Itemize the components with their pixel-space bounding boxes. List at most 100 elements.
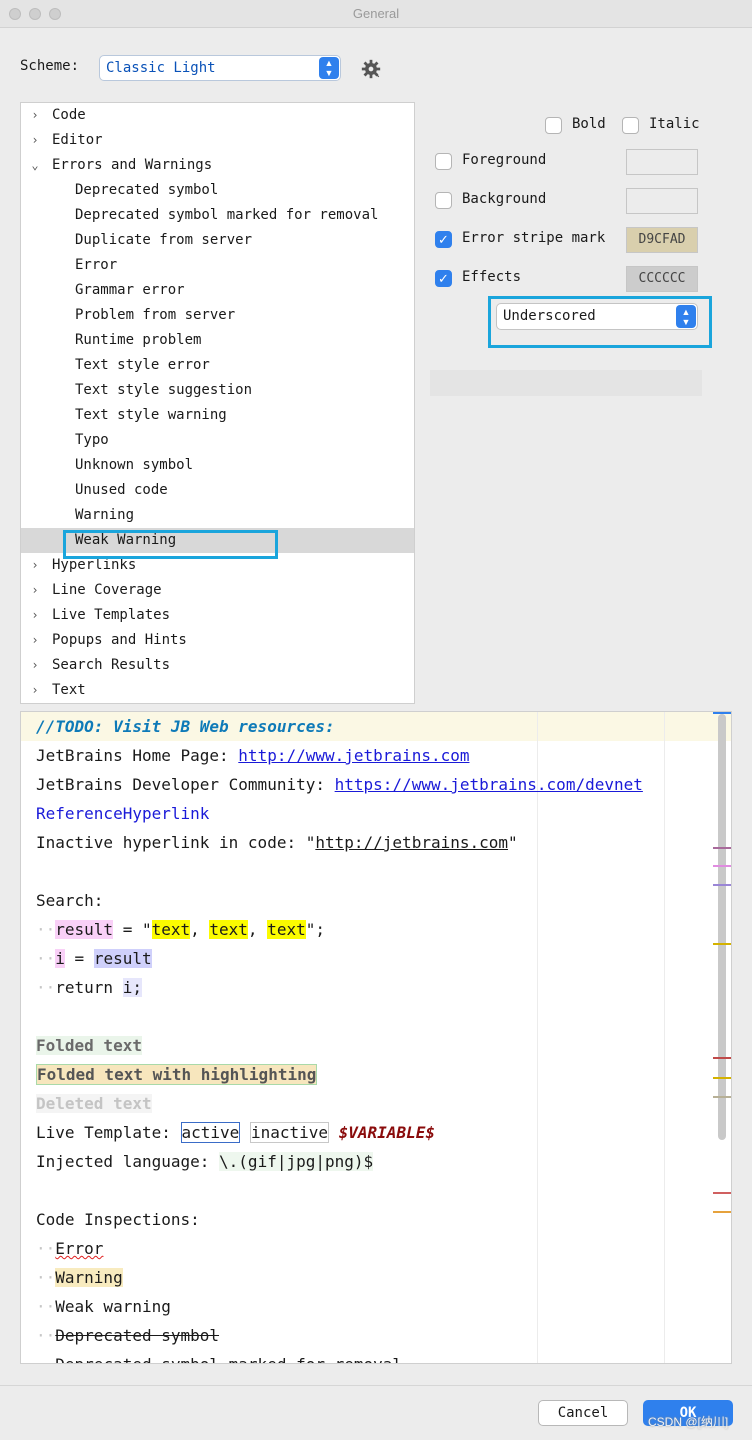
stripe-mark-top[interactable] <box>713 712 731 714</box>
stripe-mark[interactable] <box>713 1077 731 1079</box>
preview-line-inactive: Inactive hyperlink in code: "http://jetb… <box>36 828 518 857</box>
stripe-mark[interactable] <box>713 1192 731 1194</box>
live-template-variable: $VARIABLE$ <box>338 1123 435 1142</box>
tree-item[interactable]: Runtime problem <box>21 328 414 353</box>
indent-dots: ·· <box>36 1297 56 1316</box>
chevron-right-icon[interactable]: › <box>28 553 42 578</box>
tree-item[interactable]: Deprecated symbol marked for removal <box>21 203 414 228</box>
tree-item[interactable]: › Text <box>21 678 414 703</box>
chevron-right-icon[interactable]: › <box>28 603 42 628</box>
tree-item[interactable]: Unknown symbol <box>21 453 414 478</box>
search-label: Search: <box>36 891 104 910</box>
error-stripe-color-swatch[interactable]: D9CFAD <box>626 227 698 253</box>
chevron-right-icon[interactable]: › <box>28 678 42 703</box>
preview-line-live: Live Template: active inactive $VARIABLE… <box>36 1118 435 1147</box>
tree-item-label: Errors and Warnings <box>52 157 213 173</box>
stripe-mark[interactable] <box>713 847 731 849</box>
indent-dots: ·· <box>36 1326 56 1345</box>
tree-item[interactable]: Problem from server <box>21 303 414 328</box>
tree-item-label: Duplicate from server <box>75 232 253 248</box>
deleted-text: Deleted text <box>36 1094 152 1113</box>
tree-item[interactable]: Grammar error <box>21 278 414 303</box>
tree-item[interactable]: Typo <box>21 428 414 453</box>
stripe-mark[interactable] <box>713 943 731 945</box>
tree-item[interactable]: › Search Results <box>21 653 414 678</box>
foreground-checkbox[interactable] <box>435 153 452 170</box>
chevron-right-icon[interactable]: › <box>28 103 42 128</box>
inactive-suffix: " <box>508 833 518 852</box>
comma-1: , <box>190 920 210 939</box>
tree-item[interactable]: Duplicate from server <box>21 228 414 253</box>
tree-item[interactable]: ⌄ Errors and Warnings <box>21 153 414 178</box>
effects-checkbox[interactable]: ✓ <box>435 270 452 287</box>
indent-dots: ·· <box>36 1268 56 1287</box>
italic-checkbox[interactable] <box>622 117 639 134</box>
tree-item-label: Editor <box>52 132 103 148</box>
return-keyword: return <box>55 978 123 997</box>
chevron-down-icon[interactable]: ⌄ <box>28 153 42 178</box>
tree-item-label: Warning <box>75 507 135 523</box>
tree-item[interactable]: Warning <box>21 503 414 528</box>
cancel-button[interactable]: Cancel <box>538 1400 628 1426</box>
tree-item[interactable]: Weak Warning <box>21 528 414 553</box>
chevron-right-icon[interactable]: › <box>28 578 42 603</box>
home-link[interactable]: http://www.jetbrains.com <box>238 746 469 765</box>
tree-item[interactable]: › Popups and Hints <box>21 628 414 653</box>
error-stripe-checkbox[interactable]: ✓ <box>435 231 452 248</box>
tree-item[interactable]: › Hyperlinks <box>21 553 414 578</box>
stripe-mark[interactable] <box>713 884 731 886</box>
tree-item[interactable]: › Editor <box>21 128 414 153</box>
preview-line-inspections: Code Inspections: <box>36 1205 200 1234</box>
live-template-prefix: Live Template: <box>36 1123 181 1142</box>
effects-type-select[interactable]: Underscored ▲ ▼ <box>496 303 698 330</box>
tree-item-label: Typo <box>75 432 109 448</box>
color-scheme-tree: › Code › Editor ⌄ Errors and Warnings Deprecat… <box>20 102 415 704</box>
background-checkbox[interactable] <box>435 192 452 209</box>
background-color-swatch[interactable] <box>626 188 698 214</box>
scheme-select[interactable]: Classic Light ▲ ▼ <box>99 55 341 81</box>
gear-icon[interactable] <box>360 58 382 80</box>
background-label: Background <box>462 191 547 207</box>
indent-dots: ·· <box>36 949 56 968</box>
tree-item-label: Hyperlinks <box>52 557 137 573</box>
tree-item[interactable]: › Code <box>21 103 414 128</box>
window-title: General <box>352 6 400 21</box>
dev-link[interactable]: https://www.jetbrains.com/devnet <box>335 775 643 794</box>
reference-hyperlink[interactable]: ReferenceHyperlink <box>36 804 209 823</box>
tree-item[interactable]: Deprecated symbol <box>21 178 414 203</box>
tree-item[interactable]: Unused code <box>21 478 414 503</box>
tree-item[interactable]: Text style error <box>21 353 414 378</box>
indent-dots: ·· <box>36 978 56 997</box>
tree-item[interactable]: Error <box>21 253 414 278</box>
tree-item[interactable]: › Live Templates <box>21 603 414 628</box>
equals-quote: = " <box>113 920 152 939</box>
stripe-mark[interactable] <box>713 865 731 867</box>
folded-text-highlighted[interactable]: Folded text with highlighting <box>36 1064 318 1085</box>
tree-item[interactable]: Text style suggestion <box>21 378 414 403</box>
result-var: result <box>55 920 114 939</box>
stripe-mark[interactable] <box>713 1057 731 1059</box>
inspection-deprecated: Deprecated symbol <box>55 1326 220 1345</box>
chevron-right-icon[interactable]: › <box>28 628 42 653</box>
preview-line-folded-hl: Folded text with highlighting <box>36 1060 318 1089</box>
tree-item[interactable]: › Line Coverage <box>21 578 414 603</box>
foreground-label: Foreground <box>462 152 547 168</box>
home-prefix: JetBrains Home Page: <box>36 746 239 765</box>
preview-line-search-2: ··i = result <box>36 944 152 973</box>
foreground-color-swatch[interactable] <box>626 149 698 175</box>
stripe-mark[interactable] <box>713 1096 731 1098</box>
chevron-right-icon[interactable]: › <box>28 653 42 678</box>
watermark-text: CSDN @[纳川] <box>648 1415 729 1429</box>
chevron-updown-icon: ▲ ▼ <box>676 305 696 328</box>
effects-color-swatch[interactable]: CCCCCC <box>626 266 698 292</box>
tree-item[interactable]: Text style warning <box>21 403 414 428</box>
tree-item-label: Grammar error <box>75 282 185 298</box>
bold-checkbox[interactable] <box>545 117 562 134</box>
preview-line-todo: //TODO: Visit JB Web resources: <box>36 712 335 741</box>
stripe-mark[interactable] <box>713 1211 731 1213</box>
folded-text[interactable]: Folded text <box>36 1036 142 1055</box>
preview-editor[interactable]: //TODO: Visit JB Web resources: JetBrain… <box>20 711 732 1364</box>
chevron-right-icon[interactable]: › <box>28 128 42 153</box>
tree-item-label: Unused code <box>75 482 168 498</box>
tree-item-label: Error <box>75 257 118 273</box>
